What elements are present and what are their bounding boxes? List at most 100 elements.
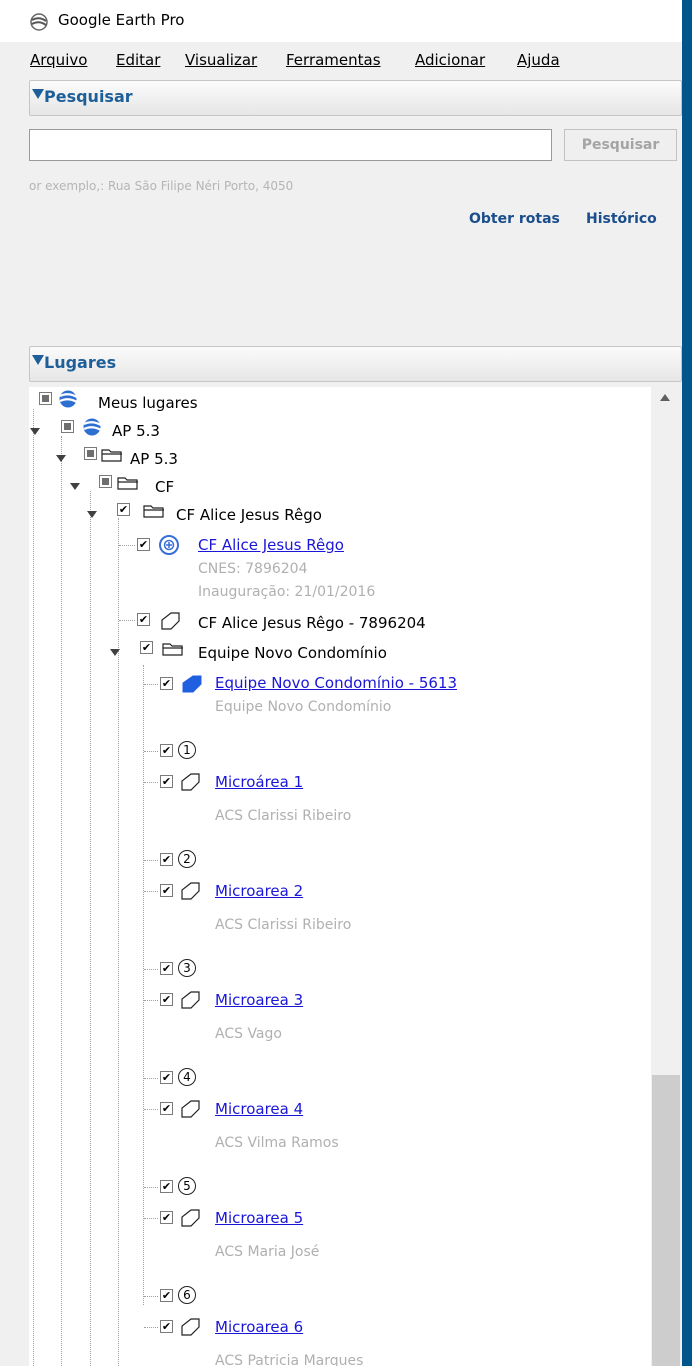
tree-link-cf-alice-placemark[interactable]: CF Alice Jesus Rêgo — [198, 536, 344, 554]
collapse-triangle-icon — [32, 355, 44, 365]
tree-scrollbar[interactable] — [651, 387, 681, 1366]
number-marker-icon: 5 — [178, 1177, 196, 1195]
checkbox-team-folder[interactable]: ✔ — [140, 641, 153, 654]
tree-label-cf-alice-folder[interactable]: CF Alice Jesus Rêgo — [176, 506, 322, 524]
checkbox-microarea-number[interactable]: ✔ — [160, 1071, 173, 1084]
globe-icon — [83, 418, 102, 436]
tree-label-ap-1[interactable]: AP 5.3 — [112, 422, 160, 440]
tree-connector — [144, 860, 158, 861]
menu-bar: Arquivo Editar Visualizar Ferramentas Ad… — [0, 45, 682, 75]
expand-arrow-icon[interactable] — [87, 511, 97, 518]
checkbox-microarea-polygon[interactable]: ✔ — [160, 1102, 173, 1115]
checkbox-cf-alice-polygon[interactable]: ✔ — [137, 613, 150, 626]
checkbox-cf-alice-folder[interactable]: ✔ — [117, 503, 130, 516]
expand-arrow-icon[interactable] — [30, 428, 40, 435]
search-panel-header[interactable]: Pesquisar — [29, 80, 682, 116]
checkbox-microarea-polygon[interactable]: ✔ — [160, 1211, 173, 1224]
polygon-icon — [181, 773, 200, 791]
tree-link-microarea[interactable]: Microarea 2 — [215, 882, 303, 900]
tree-connector — [119, 545, 135, 546]
tree-link-microarea[interactable]: Microarea 5 — [215, 1209, 303, 1227]
tree-connector — [144, 1327, 158, 1328]
checkbox-microarea-number[interactable]: ✔ — [160, 853, 173, 866]
tree-connector — [144, 1000, 158, 1001]
tree-connector — [144, 1109, 158, 1110]
tree-guide-line — [33, 409, 34, 1366]
history-link[interactable]: Histórico — [586, 211, 657, 227]
menu-ajuda[interactable]: Ajuda — [517, 51, 560, 69]
placemark-description: Inauguração: 21/01/2016 — [198, 584, 376, 600]
tree-link-microarea[interactable]: Microarea 6 — [215, 1318, 303, 1336]
places-tree: Meus lugares AP 5.3 AP 5.3 CF ✔ CF Alice… — [29, 387, 651, 1366]
microarea-description: ACS Clarissi Ribeiro — [215, 808, 352, 824]
checkbox-microarea-polygon[interactable]: ✔ — [160, 993, 173, 1006]
title-bar: Google Earth Pro — [0, 0, 682, 42]
checkbox-ap-2[interactable] — [84, 447, 97, 460]
search-button[interactable]: Pesquisar — [564, 129, 677, 161]
menu-visualizar[interactable]: Visualizar — [185, 51, 257, 69]
tree-label-cf[interactable]: CF — [155, 478, 174, 496]
tree-connector — [119, 620, 135, 621]
expand-arrow-icon[interactable] — [70, 483, 80, 490]
menu-editar[interactable]: Editar — [116, 51, 160, 69]
number-marker-icon: 6 — [178, 1286, 196, 1304]
checkbox-cf[interactable] — [99, 475, 112, 488]
tree-label-cf-alice-polygon[interactable]: CF Alice Jesus Rêgo - 7896204 — [198, 614, 426, 632]
folder-icon — [101, 449, 122, 462]
microarea-description: ACS Patricia Marques — [215, 1353, 364, 1366]
tree-connector — [144, 1187, 158, 1188]
menu-ferramentas[interactable]: Ferramentas — [286, 51, 381, 69]
google-earth-window: Google Earth Pro Arquivo Editar Visualiz… — [0, 0, 682, 1366]
tree-connector — [144, 751, 158, 752]
polygon-icon — [181, 1318, 200, 1336]
tree-connector — [144, 1296, 158, 1297]
expand-arrow-icon[interactable] — [110, 649, 120, 656]
menu-arquivo[interactable]: Arquivo — [30, 51, 87, 69]
tree-link-microarea[interactable]: Microarea 3 — [215, 991, 303, 1009]
tree-link-microarea[interactable]: Microarea 4 — [215, 1100, 303, 1118]
tree-guide-line — [118, 518, 119, 1366]
folder-icon — [143, 505, 164, 518]
filled-polygon-icon — [182, 675, 202, 693]
tree-label-team-folder[interactable]: Equipe Novo Condomínio — [198, 644, 387, 662]
menu-adicionar[interactable]: Adicionar — [415, 51, 485, 69]
tree-label-ap-2[interactable]: AP 5.3 — [130, 450, 178, 468]
tree-label-my-places[interactable]: Meus lugares — [98, 394, 198, 412]
checkbox-microarea-number[interactable]: ✔ — [160, 1289, 173, 1302]
tree-guide-line — [61, 436, 62, 1366]
directions-link[interactable]: Obter rotas — [469, 211, 560, 227]
folder-icon — [117, 477, 138, 490]
placemark-description: CNES: 7896204 — [198, 561, 308, 577]
tree-connector — [144, 1218, 158, 1219]
polygon-description: Equipe Novo Condomínio — [215, 699, 392, 715]
checkbox-ap-1[interactable] — [61, 420, 74, 433]
places-panel-header[interactable]: Lugares — [29, 346, 682, 382]
checkbox-microarea-number[interactable]: ✔ — [160, 962, 173, 975]
tree-connector — [144, 891, 158, 892]
checkbox-microarea-polygon[interactable]: ✔ — [160, 1320, 173, 1333]
scroll-up-arrow-icon[interactable] — [660, 394, 670, 401]
checkbox-team-polygon[interactable]: ✔ — [160, 677, 173, 690]
google-earth-app-icon — [30, 13, 48, 31]
checkbox-microarea-number[interactable]: ✔ — [160, 1180, 173, 1193]
expand-arrow-icon[interactable] — [56, 455, 66, 462]
polygon-icon — [181, 991, 200, 1009]
tree-link-team-polygon[interactable]: Equipe Novo Condomínio - 5613 — [215, 674, 457, 692]
checkbox-microarea-number[interactable]: ✔ — [160, 744, 173, 757]
checkbox-my-places[interactable] — [39, 392, 52, 405]
globe-icon — [59, 390, 78, 408]
window-title: Google Earth Pro — [58, 11, 185, 29]
tree-connector — [144, 684, 158, 685]
checkbox-cf-alice-placemark[interactable]: ✔ — [137, 538, 150, 551]
checkbox-microarea-polygon[interactable]: ✔ — [160, 775, 173, 788]
number-marker-icon: 2 — [178, 850, 196, 868]
checkbox-microarea-polygon[interactable]: ✔ — [160, 884, 173, 897]
polygon-icon — [181, 1209, 200, 1227]
microarea-description: ACS Maria José — [215, 1244, 320, 1260]
folder-icon — [162, 643, 183, 656]
scrollbar-thumb[interactable] — [652, 1075, 680, 1366]
polygon-icon — [181, 1100, 200, 1118]
search-input[interactable] — [29, 129, 552, 161]
tree-link-microarea[interactable]: Microárea 1 — [215, 773, 303, 791]
tree-connector — [144, 782, 158, 783]
